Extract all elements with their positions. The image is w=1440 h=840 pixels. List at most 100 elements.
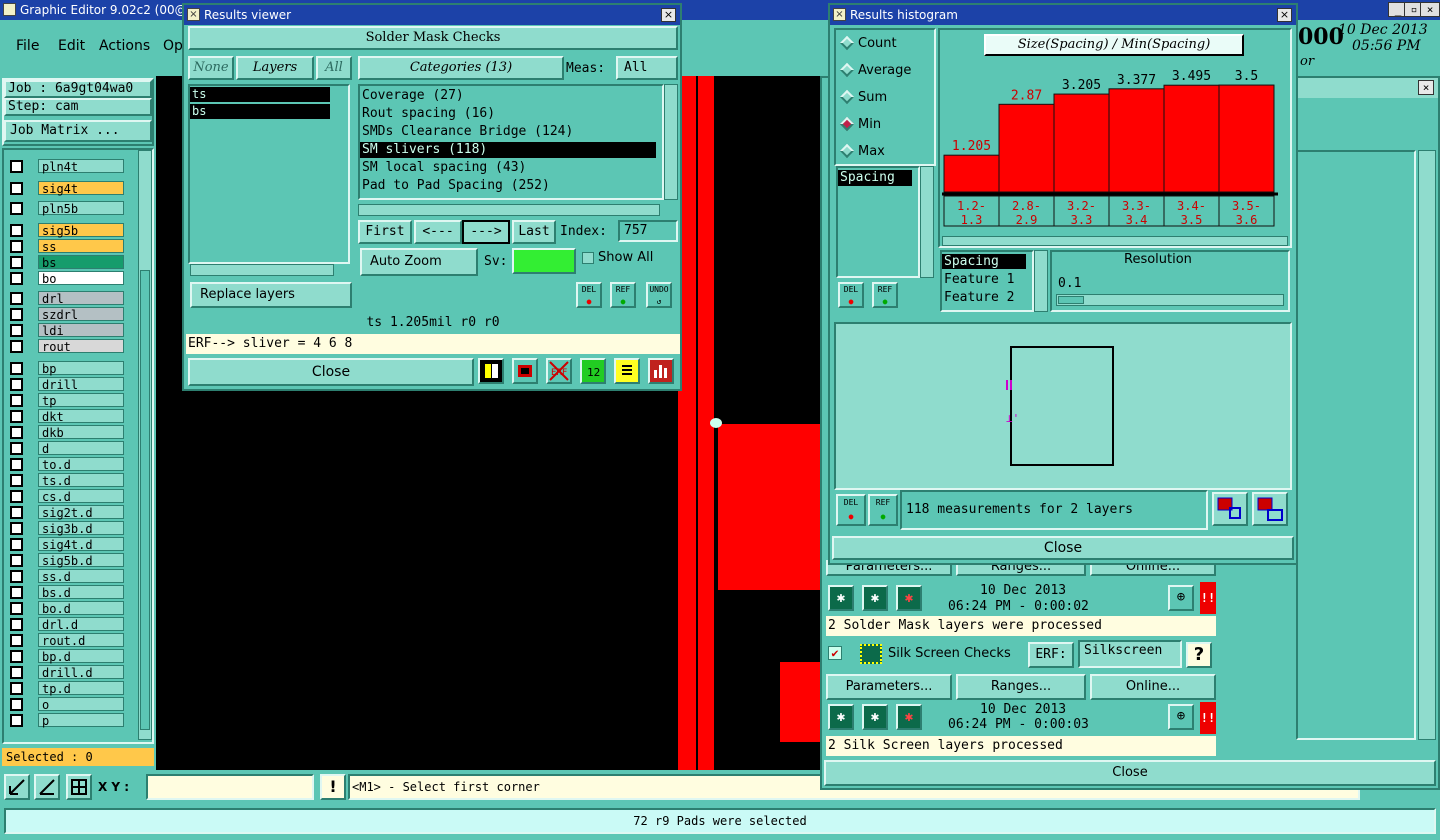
layer-row-rout-d[interactable]: rout.d: [38, 633, 124, 648]
zoom-to-fit-icon[interactable]: [1212, 492, 1248, 526]
layer-checkbox[interactable]: [10, 324, 23, 337]
layer-checkbox[interactable]: [10, 698, 23, 711]
ss-parameters-button[interactable]: Parameters...: [826, 674, 952, 700]
xy-input[interactable]: [146, 774, 314, 800]
run-icon[interactable]: ✱: [828, 585, 854, 611]
layer-row-drill-d[interactable]: drill.d: [38, 665, 124, 680]
layer-row-ss[interactable]: ss: [38, 239, 124, 254]
layer-checkbox[interactable]: [10, 160, 23, 173]
histogram-list-vscroll[interactable]: [920, 166, 934, 278]
ss-online-button[interactable]: Online...: [1090, 674, 1216, 700]
result-layer-ts[interactable]: ts: [190, 87, 330, 102]
mode-label-count[interactable]: Count: [858, 36, 897, 51]
job-matrix-button[interactable]: Job Matrix ...: [4, 120, 152, 142]
layer-checkbox[interactable]: [10, 458, 23, 471]
ss-stop-icon[interactable]: ✱: [896, 704, 922, 730]
histogram-close-button[interactable]: Close: [832, 536, 1294, 560]
undo-icon[interactable]: UNDO ↺: [646, 282, 672, 308]
hist-ref-icon[interactable]: REF ●: [872, 282, 898, 308]
layer-checkbox[interactable]: [10, 602, 23, 615]
category-vscroll[interactable]: [664, 84, 678, 200]
ss-run-icon[interactable]: ✱: [828, 704, 854, 730]
snap-icon[interactable]: [4, 774, 30, 800]
ss-zoom-icon[interactable]: ⊕: [1168, 704, 1194, 730]
run-all-icon[interactable]: ✱: [862, 585, 888, 611]
alert-icon[interactable]: !: [320, 774, 346, 800]
layer-checkbox[interactable]: [10, 394, 23, 407]
resolution-slider[interactable]: [1056, 294, 1284, 306]
layer-row-sig4t-d[interactable]: sig4t.d: [38, 537, 124, 552]
layer-checkbox[interactable]: [10, 490, 23, 503]
layer-checkbox[interactable]: [10, 634, 23, 647]
layer-checkbox[interactable]: [10, 650, 23, 663]
histogram-close-icon[interactable]: ×: [1277, 8, 1292, 22]
layer-row-tp-d[interactable]: tp.d: [38, 681, 124, 696]
layer-checkbox[interactable]: [10, 182, 23, 195]
menu-file[interactable]: File: [16, 38, 39, 54]
layer-checkbox[interactable]: [10, 256, 23, 269]
layer-scroll-thumb[interactable]: [140, 270, 150, 730]
stop-icon[interactable]: ✱: [896, 585, 922, 611]
preview-ref-icon[interactable]: REF ●: [868, 494, 898, 526]
ss-ranges-button[interactable]: Ranges...: [956, 674, 1086, 700]
mode-label-max[interactable]: Max: [858, 144, 885, 159]
chart-title[interactable]: Size(Spacing) / Min(Spacing): [984, 34, 1244, 56]
flag-icon[interactable]: [512, 358, 538, 384]
field-feature-1[interactable]: Feature 1: [944, 272, 1014, 287]
layers-tab[interactable]: Layers: [236, 56, 314, 80]
menu-options[interactable]: Op: [163, 38, 183, 54]
layer-row-ts-d[interactable]: ts.d: [38, 473, 124, 488]
category-item[interactable]: Pad to Pad Spacing (252): [360, 178, 656, 194]
histogram-list-spacing[interactable]: Spacing: [838, 170, 912, 186]
layer-row-tp[interactable]: tp: [38, 393, 124, 408]
layer-checkbox[interactable]: [10, 506, 23, 519]
del-icon[interactable]: DEL ●: [576, 282, 602, 308]
result-layer-bs[interactable]: bs: [190, 104, 330, 119]
layer-checkbox[interactable]: [10, 538, 23, 551]
app-close-button[interactable]: ×: [1420, 2, 1440, 17]
histogram-icon[interactable]: [648, 358, 674, 384]
layer-row-szdrl[interactable]: szdrl: [38, 307, 124, 322]
checklist-close-button[interactable]: Close: [824, 760, 1436, 786]
layer-row-sig5b[interactable]: sig5b: [38, 223, 124, 238]
grid-icon[interactable]: [66, 774, 92, 800]
layer-row-bo-d[interactable]: bo.d: [38, 601, 124, 616]
layer-checkbox[interactable]: [10, 362, 23, 375]
results-close-button[interactable]: Close: [188, 358, 474, 386]
layer-checkbox[interactable]: [10, 586, 23, 599]
mode-label-average[interactable]: Average: [858, 63, 911, 78]
layer-checkbox[interactable]: [10, 522, 23, 535]
show-all-checkbox[interactable]: [582, 252, 594, 264]
zoom-icon[interactable]: ⊕: [1168, 585, 1194, 611]
layer-row-rout[interactable]: rout: [38, 339, 124, 354]
next-button[interactable]: --->: [462, 220, 510, 244]
layer-row-o[interactable]: o: [38, 697, 124, 712]
resolution-slider-thumb[interactable]: [1058, 296, 1084, 304]
layer-row-sig3b-d[interactable]: sig3b.d: [38, 521, 124, 536]
erf-input[interactable]: Silkscreen: [1078, 640, 1182, 668]
last-button[interactable]: Last: [512, 220, 556, 244]
layer-row-bp-d[interactable]: bp.d: [38, 649, 124, 664]
mode-label-min[interactable]: Min: [858, 117, 881, 132]
step-icon[interactable]: 12: [580, 358, 606, 384]
field-feature-2[interactable]: Feature 2: [944, 290, 1014, 305]
hist-del-icon[interactable]: DEL ●: [838, 282, 864, 308]
sv-color-select[interactable]: [512, 248, 576, 274]
zoom-out-icon[interactable]: [1252, 492, 1288, 526]
none-button[interactable]: None: [188, 56, 234, 80]
category-item[interactable]: Rout spacing (16): [360, 106, 656, 122]
category-item[interactable]: SMDs Clearance Bridge (124): [360, 124, 656, 140]
layer-row-drl[interactable]: drl: [38, 291, 124, 306]
layer-row-bp[interactable]: bp: [38, 361, 124, 376]
preview-del-icon[interactable]: DEL ●: [836, 494, 866, 526]
checklist-vscroll[interactable]: [1418, 150, 1436, 740]
chart-hscroll[interactable]: [942, 236, 1288, 246]
layer-row-d[interactable]: d: [38, 441, 124, 456]
layer-checkbox[interactable]: [10, 618, 23, 631]
menu-edit[interactable]: Edit: [58, 38, 85, 54]
category-item[interactable]: SM slivers (118): [360, 142, 656, 158]
results-viewer-close-icon[interactable]: ×: [661, 8, 676, 22]
layer-checkbox[interactable]: [10, 224, 23, 237]
report-icon[interactable]: [614, 358, 640, 384]
field-vscroll[interactable]: [1034, 250, 1048, 312]
